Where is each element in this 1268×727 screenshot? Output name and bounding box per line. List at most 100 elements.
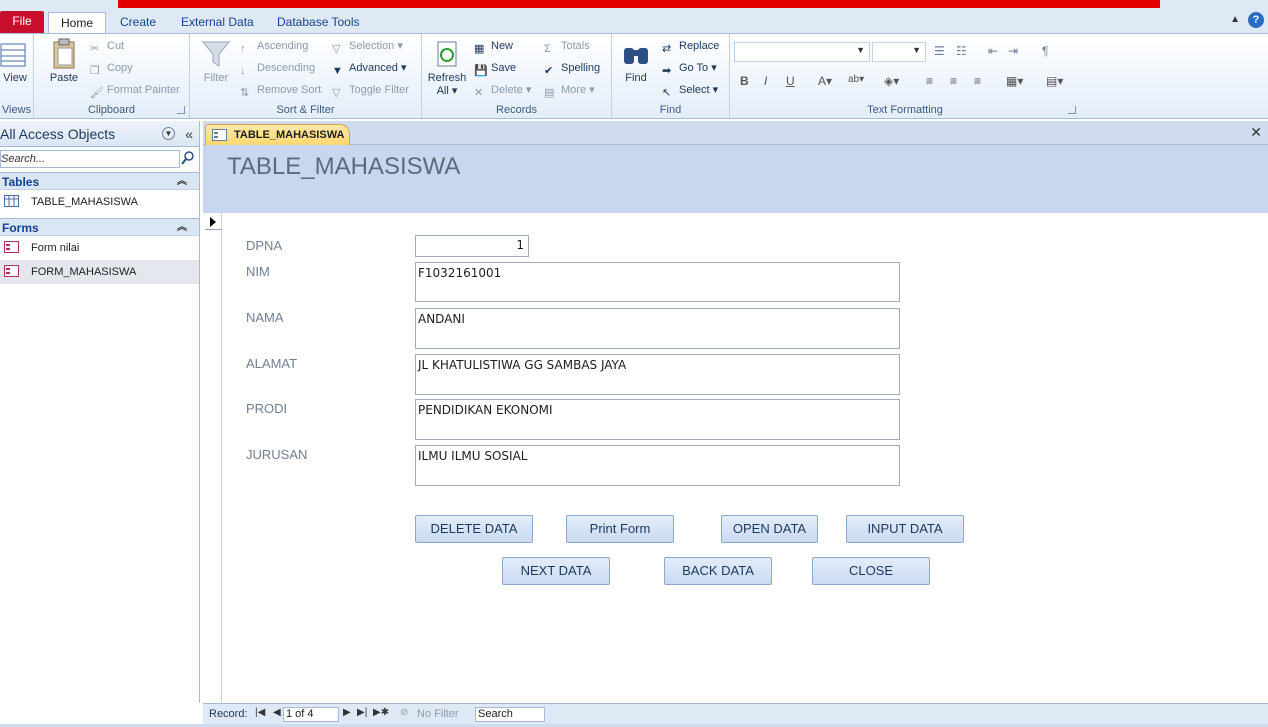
tab-file[interactable]: File [0,11,44,33]
next-record-icon[interactable]: ▶ [343,707,351,718]
tab-create[interactable]: Create [108,12,168,33]
goto-button[interactable]: ➡ Go To ▾ [662,58,717,78]
document-tab[interactable]: TABLE_MAHASISWA [205,124,350,145]
delete-record-button[interactable]: ✕ Delete ▾ [474,80,531,100]
group-label-records: Records [496,104,537,116]
jurusan-field[interactable]: ILMU ILMU SOSIAL [415,445,900,486]
search-icon[interactable] [180,150,196,166]
nav-item-table-mahasiswa[interactable]: TABLE_MAHASISWA [0,190,199,214]
back-data-button[interactable]: BACK DATA [664,557,772,585]
more-icon: ▤ [544,87,555,100]
align-left-icon[interactable]: ≡ [926,74,933,88]
paste-button[interactable]: Paste [46,38,82,84]
help-icon[interactable]: ? [1248,12,1264,28]
nav-collapse-icon[interactable]: « [185,121,193,147]
section-collapse-icon[interactable]: ︽ [177,173,187,191]
find-button[interactable]: Find [618,38,654,84]
more-button[interactable]: ▤ More ▾ [544,80,595,100]
selection-button[interactable]: ▽ Selection ▾ [332,36,403,56]
nama-field[interactable]: ANDANI [415,308,900,349]
font-size-select[interactable]: ▼ [872,42,926,62]
close-icon[interactable]: ✕ [1250,124,1262,141]
new-record-icon: ▦ [474,43,485,56]
select-button[interactable]: ↖ Select ▾ [662,80,718,100]
font-color-icon[interactable]: A▾ [818,74,832,88]
record-selector[interactable] [203,213,222,703]
print-form-button[interactable]: Print Form [566,515,674,543]
form-header: TABLE_MAHASISWA [203,145,1268,213]
open-data-button[interactable]: OPEN DATA [721,515,818,543]
tab-database-tools[interactable]: Database Tools [265,12,372,33]
tab-home[interactable]: Home [48,12,107,33]
nav-search-input[interactable]: Search... [0,150,180,168]
align-center-icon[interactable]: ≡ [950,74,957,88]
nav-header[interactable]: All Access Objects ▼ « [0,121,199,147]
ribbon-minimize-icon[interactable]: ▲ [1230,14,1240,25]
dpna-field[interactable]: 1 [415,235,529,257]
highlight-icon[interactable]: ab▾ [848,74,864,85]
save-record-button[interactable]: 💾 Save [474,58,516,78]
save-icon: 💾 [474,65,488,78]
cut-button[interactable]: ✂ Cut [90,36,124,56]
fill-color-icon[interactable]: ◈▾ [884,74,899,88]
new-record-button[interactable]: ▦ New [474,36,513,56]
alamat-field[interactable]: JL KHATULISTIWA GG SAMBAS JAYA [415,354,900,395]
selection-filter-icon: ▽ [332,43,341,56]
toggle-filter-button[interactable]: ▽ Toggle Filter [332,80,409,100]
copy-button[interactable]: ❐ Copy [90,58,133,78]
nav-menu-icon[interactable]: ▼ [162,127,175,140]
refresh-all-button[interactable]: Refresh All ▾ [426,38,468,97]
title-bar-highlight [118,0,1160,8]
gridlines-icon[interactable]: ▦▾ [1006,74,1023,88]
close-button[interactable]: CLOSE [812,557,930,585]
bullets-icon[interactable]: ☰ [934,44,945,58]
group-find: Find ⇄ Replace ➡ Go To ▾ ↖ Select ▾ Find [612,34,730,118]
previous-record-icon[interactable]: ◀ [273,707,281,718]
align-right-icon[interactable]: ≡ [974,74,981,88]
nav-item-form-mahasiswa[interactable]: FORM_MAHASISWA [0,260,199,284]
select-cursor-icon: ↖ [662,87,672,100]
spelling-button[interactable]: ✔ Spelling [544,58,600,78]
nav-item-form-nilai[interactable]: Form nilai [0,236,199,260]
filter-status[interactable]: No Filter [417,708,459,720]
last-record-icon[interactable]: ▶| [357,707,367,718]
nav-section-tables[interactable]: Tables ︽ [0,172,199,190]
bold-button[interactable]: B [740,74,749,88]
first-record-icon[interactable]: |◀ [255,707,265,718]
prodi-field[interactable]: PENDIDIKAN EKONOMI [415,399,900,440]
sort-ascending-icon: ↑ [240,43,246,56]
italic-button[interactable]: I [764,74,767,88]
clipboard-launcher-icon[interactable] [177,106,185,114]
filter-button[interactable]: Filter [198,38,234,84]
nav-section-forms[interactable]: Forms ︽ [0,218,199,236]
indent-increase-icon[interactable]: ⇥ [1008,44,1018,58]
nim-field[interactable]: F1032161001 [415,262,900,302]
next-data-button[interactable]: NEXT DATA [502,557,610,585]
totals-button[interactable]: Σ Totals [544,36,590,56]
group-records: Refresh All ▾ ▦ New 💾 Save ✕ Delete ▾ Σ Total… [422,34,612,118]
sort-descending-button[interactable]: ↓ Descending [240,58,315,78]
indent-decrease-icon[interactable]: ⇤ [988,44,998,58]
alternate-row-color-icon[interactable]: ▤▾ [1046,74,1063,88]
paragraph-direction-icon[interactable]: ¶ [1042,44,1048,58]
new-record-icon[interactable]: ▶✱ [373,707,389,718]
view-button[interactable]: View [0,38,30,84]
text-formatting-launcher-icon[interactable] [1068,106,1076,114]
delete-data-button[interactable]: DELETE DATA [415,515,533,543]
group-label-find: Find [659,104,682,116]
remove-sort-button[interactable]: ⇅ Remove Sort [240,80,321,100]
current-record-input[interactable]: 1 of 4 [283,707,339,722]
font-name-select[interactable]: ▼ [734,42,870,62]
record-search-input[interactable]: Search [475,707,545,722]
input-data-button[interactable]: INPUT DATA [846,515,964,543]
underline-button[interactable]: U [786,74,795,88]
format-painter-button[interactable]: 🖌 Format Painter [90,80,180,100]
sort-ascending-button[interactable]: ↑ Ascending [240,36,308,56]
tab-external-data[interactable]: External Data [169,12,266,33]
document-tab-bar: TABLE_MAHASISWA ✕ [203,121,1268,145]
section-collapse-icon[interactable]: ︽ [177,219,187,237]
advanced-button[interactable]: ▼ Advanced ▾ [332,58,407,78]
replace-button[interactable]: ⇄ Replace [662,36,719,56]
group-label-clipboard: Clipboard [87,104,136,116]
numbering-icon[interactable]: ☷ [956,44,967,58]
